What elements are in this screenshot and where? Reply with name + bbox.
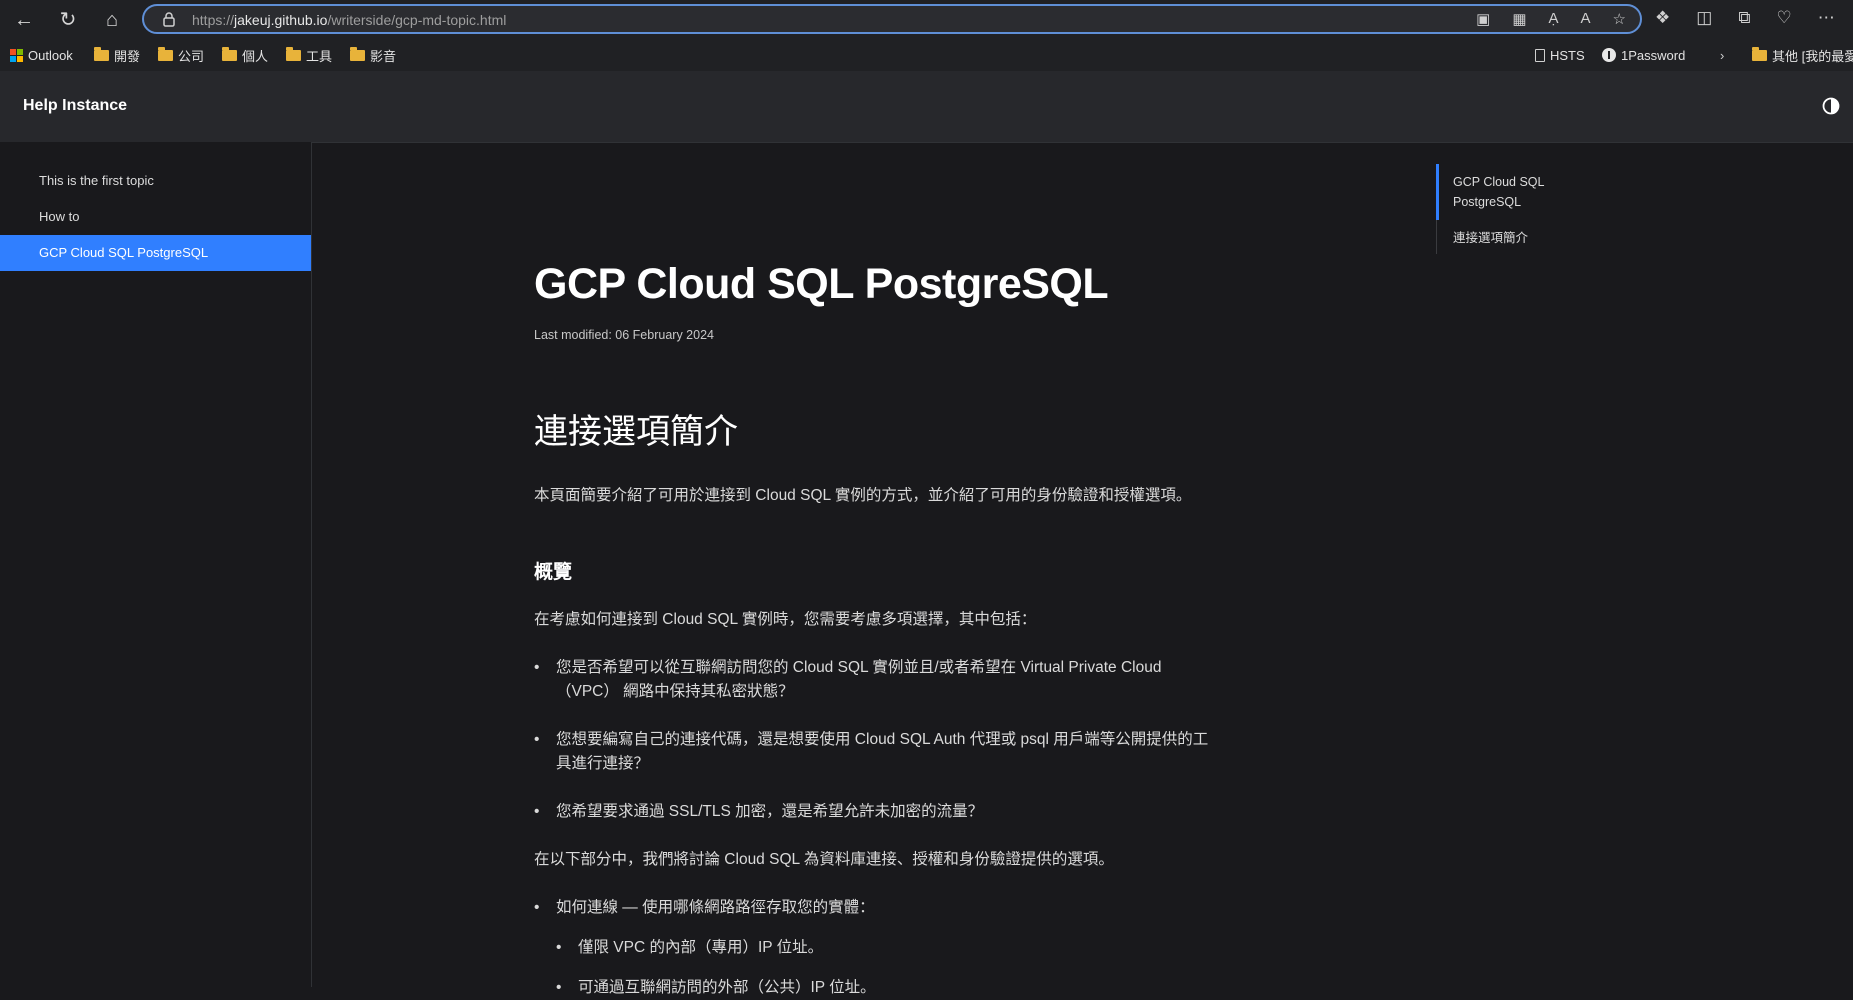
bookmark-label: 個人 — [242, 48, 269, 64]
table-of-contents: GCP Cloud SQL PostgreSQL 連接選項簡介 — [1436, 164, 1616, 254]
overview-paragraph: 在考慮如何連接到 Cloud SQL 實例時，您需要考慮多項選擇，其中包括： — [534, 611, 1037, 628]
bookmark-label: 工具 — [306, 48, 333, 64]
bookmark-folder-company[interactable]: 公司 — [158, 45, 204, 65]
section-heading: 連接選項簡介 — [534, 413, 738, 451]
list-item-line: 如何連線 — 使用哪條網路路徑存取您的實體： — [556, 899, 875, 916]
toc-item-label: 連接選項簡介 — [1453, 231, 1529, 245]
site-header: Help Instance — [0, 71, 1853, 143]
toc-item-connection-options[interactable]: 連接選項簡介 — [1436, 228, 1616, 248]
read-aloud-icon[interactable]: A — [1581, 10, 1591, 28]
folder-icon — [222, 46, 237, 61]
list-item-line: 您是否希望可以從互聯網訪問您的 Cloud SQL 實例並且/或者希望在 Vir… — [556, 659, 1162, 676]
toc-item-gcp-cloud-sql[interactable]: GCP Cloud SQL PostgreSQL — [1436, 164, 1616, 212]
sidebar-item-gcp-cloud-sql[interactable]: GCP Cloud SQL PostgreSQL — [0, 235, 311, 271]
browser-nav-bar: ← ↻ ⌂ https://jakeuj.github.io/writersid… — [0, 0, 1853, 38]
list-item-line: 您希望要求通過 SSL/TLS 加密，還是希望允許未加密的流量？ — [556, 803, 984, 820]
site-title[interactable]: Help Instance — [23, 97, 127, 115]
sidebar-item-label: How to — [39, 209, 80, 224]
device-icon[interactable]: ▣ — [1476, 10, 1490, 28]
address-bar[interactable]: https://jakeuj.github.io/writerside/gcp-… — [142, 4, 1642, 34]
intro-paragraph: 本頁面簡要介紹了可用於連接到 Cloud SQL 實例的方式，並介紹了可用的身份… — [534, 487, 1192, 504]
refresh-icon[interactable]: ↻ — [54, 6, 82, 34]
page-title: GCP Cloud SQL PostgreSQL — [534, 260, 1109, 308]
url-text: https://jakeuj.github.io/writerside/gcp-… — [192, 12, 506, 28]
toc-item-label: PostgreSQL — [1453, 195, 1522, 209]
bookmark-label: HSTS — [1550, 47, 1585, 63]
bullet-dot: • — [534, 659, 540, 676]
collections-icon[interactable]: ⧉ — [1738, 8, 1750, 28]
apps-icon[interactable]: ▦ — [1512, 10, 1526, 28]
bookmark-hsts[interactable]: HSTS — [1535, 45, 1585, 65]
list-item-line: 僅限 VPC 的內部（專用）IP 位址。 — [578, 939, 824, 956]
extensions-icon[interactable]: ❖ — [1655, 8, 1670, 28]
home-icon[interactable]: ⌂ — [98, 6, 126, 34]
address-bar-actions: ▣ ▦ Ạ A ☆ — [1476, 10, 1626, 28]
split-screen-icon[interactable]: ◫ — [1696, 8, 1712, 28]
more-menu-icon[interactable]: ⋯ — [1818, 8, 1835, 28]
bookmark-1password[interactable]: 1Password — [1602, 45, 1685, 65]
toc-item-label: GCP Cloud SQL — [1453, 175, 1545, 189]
sidebar-item-label: This is the first topic — [39, 173, 154, 188]
favorite-star-icon[interactable]: ☆ — [1613, 10, 1626, 28]
back-arrow-icon[interactable]: ← — [10, 6, 38, 34]
bookmark-label: 影音 — [370, 48, 397, 64]
bookmark-folder-dev[interactable]: 開發 — [94, 45, 140, 65]
bullet-dot: • — [534, 731, 540, 748]
list-item-line: 具進行連接？ — [556, 755, 650, 772]
bookmark-label: 公司 — [178, 48, 205, 64]
folder-icon — [1752, 46, 1767, 61]
browser-toolbar-icons: ❖ ◫ ⧉ ♡ ⋯ — [1655, 8, 1835, 28]
list-item-line: （VPC） 網路中保持其私密狀態？ — [556, 683, 794, 700]
options-paragraph: 在以下部分中，我們將討論 Cloud SQL 為資料庫連接、授權和身份驗證提供的… — [534, 851, 1114, 868]
url-host: jakeuj.github.io — [234, 12, 328, 28]
bookmark-folder-tools[interactable]: 工具 — [286, 45, 332, 65]
bullet-dot: • — [534, 803, 540, 820]
sidebar-item-label: GCP Cloud SQL PostgreSQL — [39, 245, 209, 260]
list-item-line: 可通過互聯網訪問的外部（公共）IP 位址。 — [578, 979, 876, 996]
theme-toggle-icon[interactable] — [1822, 97, 1840, 115]
last-modified: Last modified: 06 February 2024 — [534, 328, 714, 342]
bookmark-label: 其他 [我的最愛 — [1772, 48, 1853, 64]
lock-icon — [163, 12, 175, 27]
health-icon[interactable]: ♡ — [1776, 8, 1791, 28]
bookmark-folder-media[interactable]: 影音 — [350, 45, 396, 65]
bookmark-outlook[interactable]: Outlook — [10, 45, 73, 65]
bookmark-label: 開發 — [114, 48, 141, 64]
page-icon — [1535, 48, 1545, 62]
folder-icon — [286, 46, 301, 61]
bookmarks-overflow-chevron-icon[interactable]: › — [1720, 45, 1724, 65]
bookmark-label: 1Password — [1621, 47, 1686, 63]
1password-icon — [1602, 48, 1616, 62]
microsoft-logo-icon — [10, 48, 23, 62]
list-item-line: 您想要編寫自己的連接代碼，還是想要使用 Cloud SQL Auth 代理或 p… — [556, 731, 1209, 748]
sidebar-item-first-topic[interactable]: This is the first topic — [0, 163, 311, 199]
subsection-heading: 概覽 — [534, 562, 573, 583]
bookmark-label: Outlook — [28, 47, 73, 63]
folder-icon — [158, 46, 173, 61]
bookmarks-bar: Outlook 開發 公司 個人 工具 影音 HSTS 1Password › … — [0, 38, 1853, 105]
bullet-dot: • — [534, 899, 540, 916]
folder-icon — [94, 46, 109, 61]
bookmark-folder-personal[interactable]: 個人 — [222, 45, 268, 65]
bullet-dot: • — [556, 979, 562, 996]
translate-icon[interactable]: Ạ — [1549, 10, 1559, 28]
browser-chrome: ← ↻ ⌂ https://jakeuj.github.io/writersid… — [0, 0, 1853, 105]
sidebar-item-how-to[interactable]: How to — [0, 199, 311, 235]
sidebar-nav: This is the first topic How to GCP Cloud… — [0, 142, 312, 987]
bookmark-folder-other[interactable]: 其他 [我的最愛 — [1752, 45, 1853, 65]
url-prefix: https:// — [192, 12, 235, 28]
url-path: /writerside/gcp-md-topic.html — [327, 12, 507, 28]
bullet-dot: • — [556, 939, 562, 956]
folder-icon — [350, 46, 365, 61]
